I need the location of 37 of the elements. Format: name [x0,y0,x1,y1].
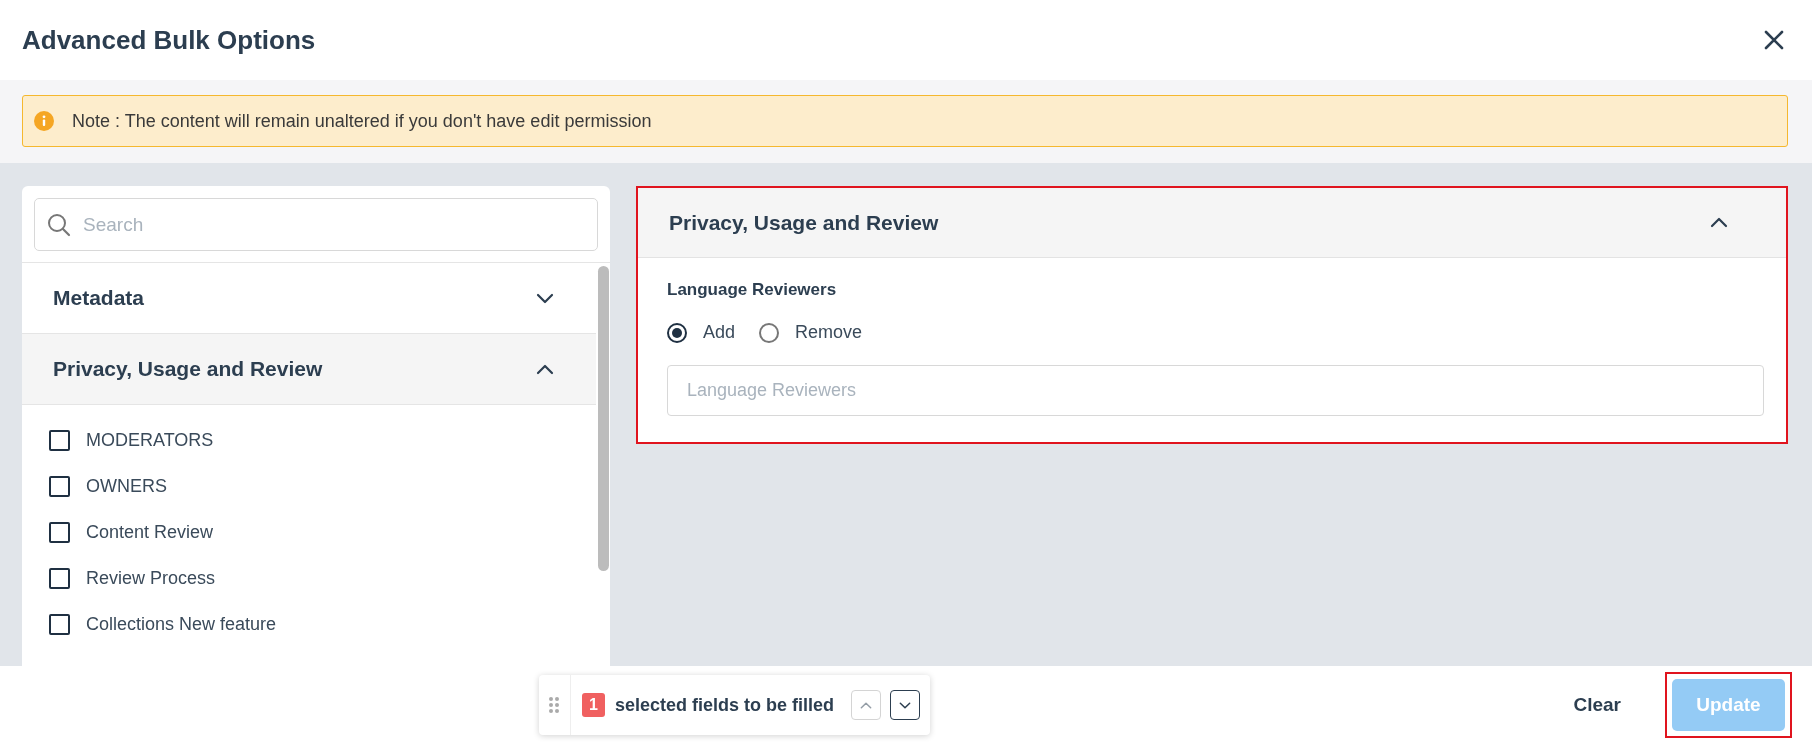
chevron-down-icon [536,291,554,305]
field-label: Language Reviewers [667,280,838,300]
field-label: MODERATORS [86,429,214,451]
panel-header[interactable]: Privacy, Usage and Review [638,188,1786,258]
close-icon [1764,30,1784,50]
scrollbar-thumb[interactable] [598,266,609,571]
section-title: Privacy, Usage and Review [53,357,323,381]
field-label: Content Review [86,521,214,543]
chevron-down-icon [898,700,911,710]
input-field[interactable]: Language Reviewers [667,365,1764,416]
checkbox[interactable] [49,429,70,451]
next-button[interactable] [889,690,920,720]
checkbox[interactable] [49,475,70,497]
panel-title: Privacy, Usage and Review [669,210,939,235]
radio-label: Remove [795,322,863,343]
field-label: Collections New feature [86,613,277,635]
drag-handle-icon [548,696,560,714]
dialog-title: Advanced Bulk Options [22,24,316,56]
chevron-up-icon [1710,216,1728,229]
field-label: Review Process [86,567,216,589]
radio-button[interactable] [759,322,780,343]
field-label: OWNERS [86,475,167,497]
checkbox[interactable] [49,521,70,543]
checkbox[interactable] [49,567,70,589]
info-icon [34,111,54,131]
search-field[interactable]: Search [34,198,598,251]
radio-label: Add [703,322,736,343]
count-badge: 1 [582,693,605,717]
chevron-up-icon [536,362,554,376]
checkbox[interactable] [49,613,70,635]
note-text: Note : The content will remain unaltered if you don't have edit permission [72,110,652,132]
section-header[interactable]: Privacy, Usage and Review [22,334,596,405]
section-title: Metadata [53,286,145,310]
counter-text: selected fields to be filled [614,694,834,716]
clear-button[interactable]: Clear [1565,684,1629,726]
chevron-up-icon [859,700,872,710]
radio-button[interactable] [667,322,687,343]
